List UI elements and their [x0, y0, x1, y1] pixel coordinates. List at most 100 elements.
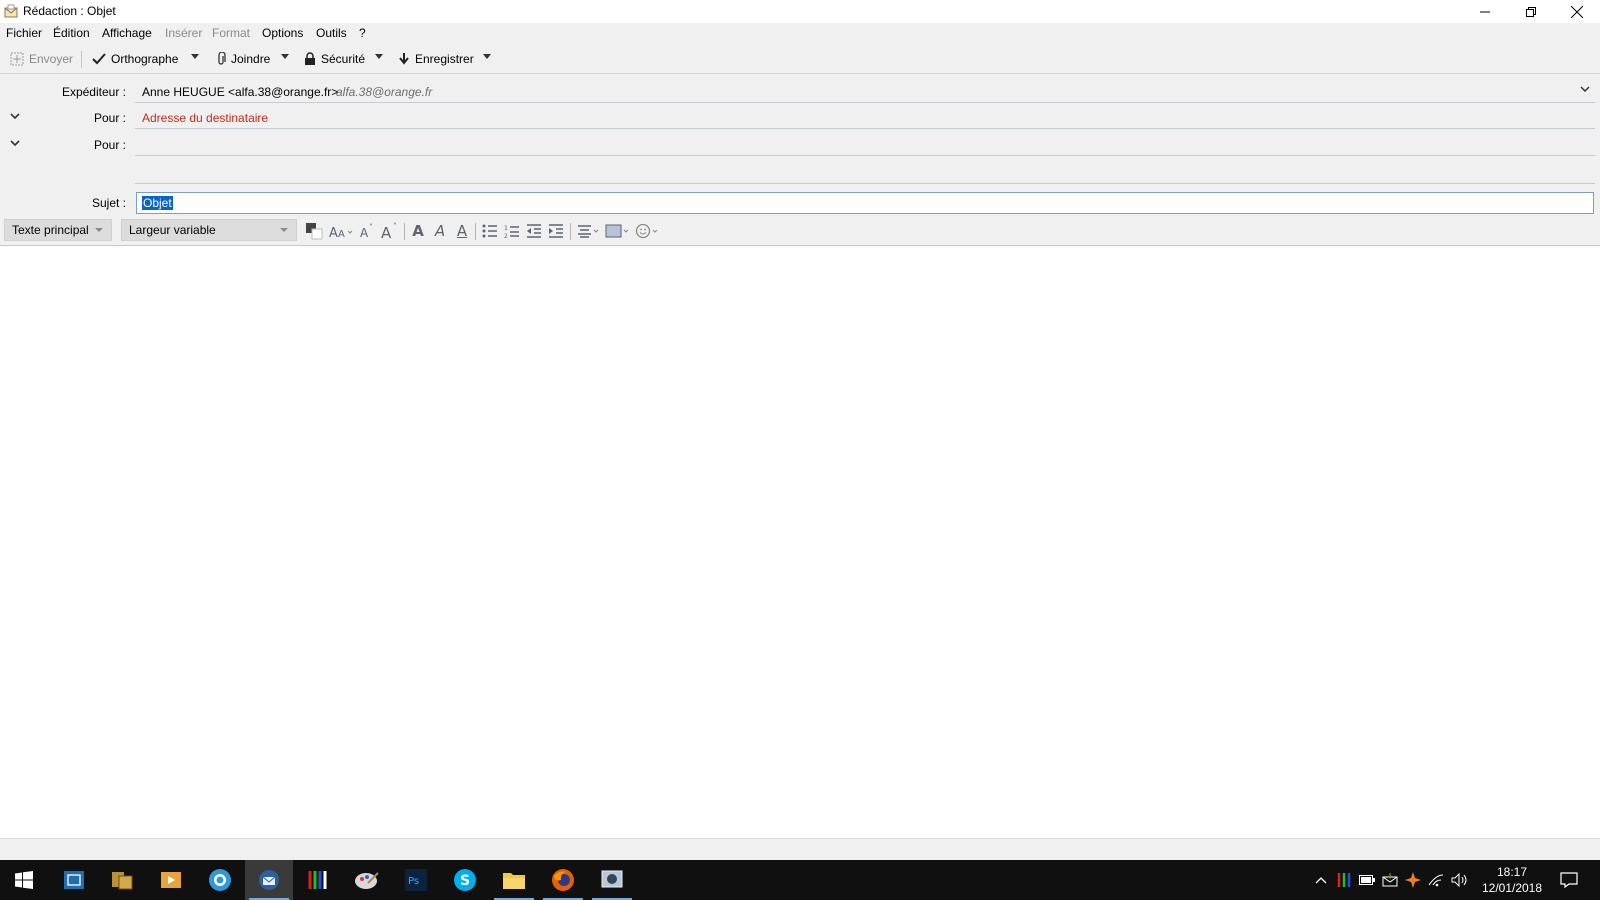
send-icon: [10, 52, 24, 66]
font-select[interactable]: Largeur variable: [121, 219, 297, 241]
menu-options[interactable]: Options: [262, 26, 303, 40]
title-bar: Rédaction : Objet: [0, 0, 1600, 23]
menu-help[interactable]: ?: [359, 26, 366, 40]
subject-selected-text: Objet: [142, 196, 173, 210]
spellcheck-button[interactable]: Orthographe: [92, 49, 178, 69]
taskbar-media-player[interactable]: [147, 860, 195, 900]
paragraph-style-value: Texte principal: [12, 223, 89, 237]
attach-button[interactable]: Joindre: [216, 49, 270, 69]
chevron-down-icon[interactable]: [10, 113, 20, 120]
font-larger-button[interactable]: A ˄: [380, 221, 400, 241]
tray-volume[interactable]: [1449, 860, 1471, 900]
underline-button[interactable]: A: [453, 221, 471, 241]
taskbar-task-view[interactable]: [50, 860, 98, 900]
text-color-button[interactable]: [304, 221, 324, 241]
bullet-list-button[interactable]: [480, 221, 500, 241]
action-center-button[interactable]: [1554, 860, 1584, 900]
to-divider-2: [135, 155, 1595, 156]
windows-taskbar: Ps S 18:17 12/01/2018: [0, 860, 1600, 900]
indent-button[interactable]: [546, 221, 566, 241]
lock-icon: [305, 52, 315, 65]
tray-overflow-button[interactable]: [1312, 860, 1330, 900]
recipient-input-2[interactable]: [136, 132, 1594, 154]
taskbar-skype[interactable]: S: [441, 860, 489, 900]
font-smaller-button[interactable]: A ˅: [358, 221, 376, 241]
security-label: Sécurité: [321, 52, 366, 66]
menu-inserer[interactable]: Insérer: [165, 26, 202, 40]
paragraph-style-select[interactable]: Texte principal: [4, 219, 112, 241]
spellcheck-dropdown-icon[interactable]: [191, 54, 199, 59]
outdent-button[interactable]: [524, 221, 544, 241]
menu-fichier[interactable]: Fichier: [6, 26, 42, 40]
mail-icon: [1382, 873, 1398, 887]
subject-label: Sujet :: [91, 196, 126, 210]
start-button[interactable]: [0, 860, 48, 900]
menu-outils[interactable]: Outils: [316, 26, 347, 40]
bold-button[interactable]: A: [409, 221, 427, 241]
menu-affichage[interactable]: Affichage: [102, 26, 152, 40]
send-label: Envoyer: [29, 52, 74, 66]
font-size-button[interactable]: A A: [328, 221, 354, 241]
format-toolbar: Texte principal Largeur variable A A A ˅…: [0, 215, 1600, 246]
from-divider: [135, 102, 1595, 103]
chevron-down-icon: [280, 228, 288, 232]
clock-time: 18:17: [1496, 865, 1528, 879]
format-separator: [570, 223, 571, 240]
minimize-button[interactable]: [1462, 0, 1508, 23]
save-label: Enregistrer: [415, 52, 474, 66]
font-size-icon: A A: [329, 226, 353, 239]
menu-format[interactable]: Format: [212, 26, 250, 40]
taskbar-firefox[interactable]: [539, 860, 587, 900]
tray-wifi[interactable]: [1426, 860, 1446, 900]
taskbar-clock[interactable]: 18:17 12/01/2018: [1476, 864, 1548, 896]
search-icon: [209, 869, 231, 891]
font-larger-icon: A ˄: [381, 222, 397, 240]
close-button[interactable]: [1554, 0, 1600, 23]
emoticon-button[interactable]: [634, 221, 662, 241]
italic-icon: A: [434, 222, 446, 240]
save-button[interactable]: Enregistrer: [398, 49, 474, 69]
numbered-list-icon: 1 2: [504, 225, 519, 239]
tray-avast[interactable]: [1403, 860, 1423, 900]
taskbar-paint[interactable]: [343, 860, 391, 900]
subject-input[interactable]: Objet: [136, 192, 1594, 214]
from-identity[interactable]: Anne HEUGUE <alfa.38@orange.fr>: [142, 85, 338, 99]
download-arrow-icon: [399, 53, 409, 65]
attach-dropdown-icon[interactable]: [281, 54, 289, 59]
tray-color-app[interactable]: [1334, 860, 1354, 900]
from-alias: alfa.38@orange.fr: [336, 85, 433, 99]
recipient-input[interactable]: Adresse du destinataire: [142, 111, 268, 125]
taskbar-settings-app[interactable]: [588, 860, 636, 900]
security-dropdown-icon[interactable]: [375, 54, 383, 59]
taskbar-file-explorer[interactable]: [490, 860, 538, 900]
send-button[interactable]: Envoyer: [10, 49, 73, 69]
taskbar-thunderbird[interactable]: [245, 860, 293, 900]
bullet-list-icon: [482, 224, 497, 238]
numbered-list-button[interactable]: 1 2: [502, 221, 522, 241]
menu-edition[interactable]: Édition: [53, 26, 90, 40]
taskbar-photoshop[interactable]: Ps: [392, 860, 440, 900]
compose-window-icon: [4, 4, 18, 18]
align-icon: [578, 225, 599, 238]
taskbar-color-app[interactable]: [294, 860, 342, 900]
recipients-end-divider: [135, 183, 1595, 184]
chevron-up-icon: [1315, 877, 1327, 884]
insert-button[interactable]: [604, 221, 632, 241]
taskbar-app[interactable]: [98, 860, 146, 900]
save-dropdown-icon[interactable]: [483, 54, 491, 59]
taskbar-search-app[interactable]: [196, 860, 244, 900]
italic-button[interactable]: A: [431, 221, 449, 241]
chevron-down-icon[interactable]: [10, 140, 20, 147]
tray-mail[interactable]: [1380, 860, 1400, 900]
restore-button[interactable]: [1508, 0, 1554, 23]
insert-image-icon: [605, 224, 629, 238]
security-button[interactable]: Sécurité: [304, 49, 365, 69]
svg-text:A: A: [381, 224, 392, 240]
from-dropdown-icon[interactable]: [1580, 86, 1590, 93]
tray-battery[interactable]: [1357, 860, 1377, 900]
skype-icon: S: [454, 869, 476, 891]
align-button[interactable]: [576, 221, 602, 241]
file-explorer-icon: [503, 873, 525, 889]
message-body-editor[interactable]: [0, 246, 1600, 838]
spellcheck-label: Orthographe: [111, 52, 179, 66]
